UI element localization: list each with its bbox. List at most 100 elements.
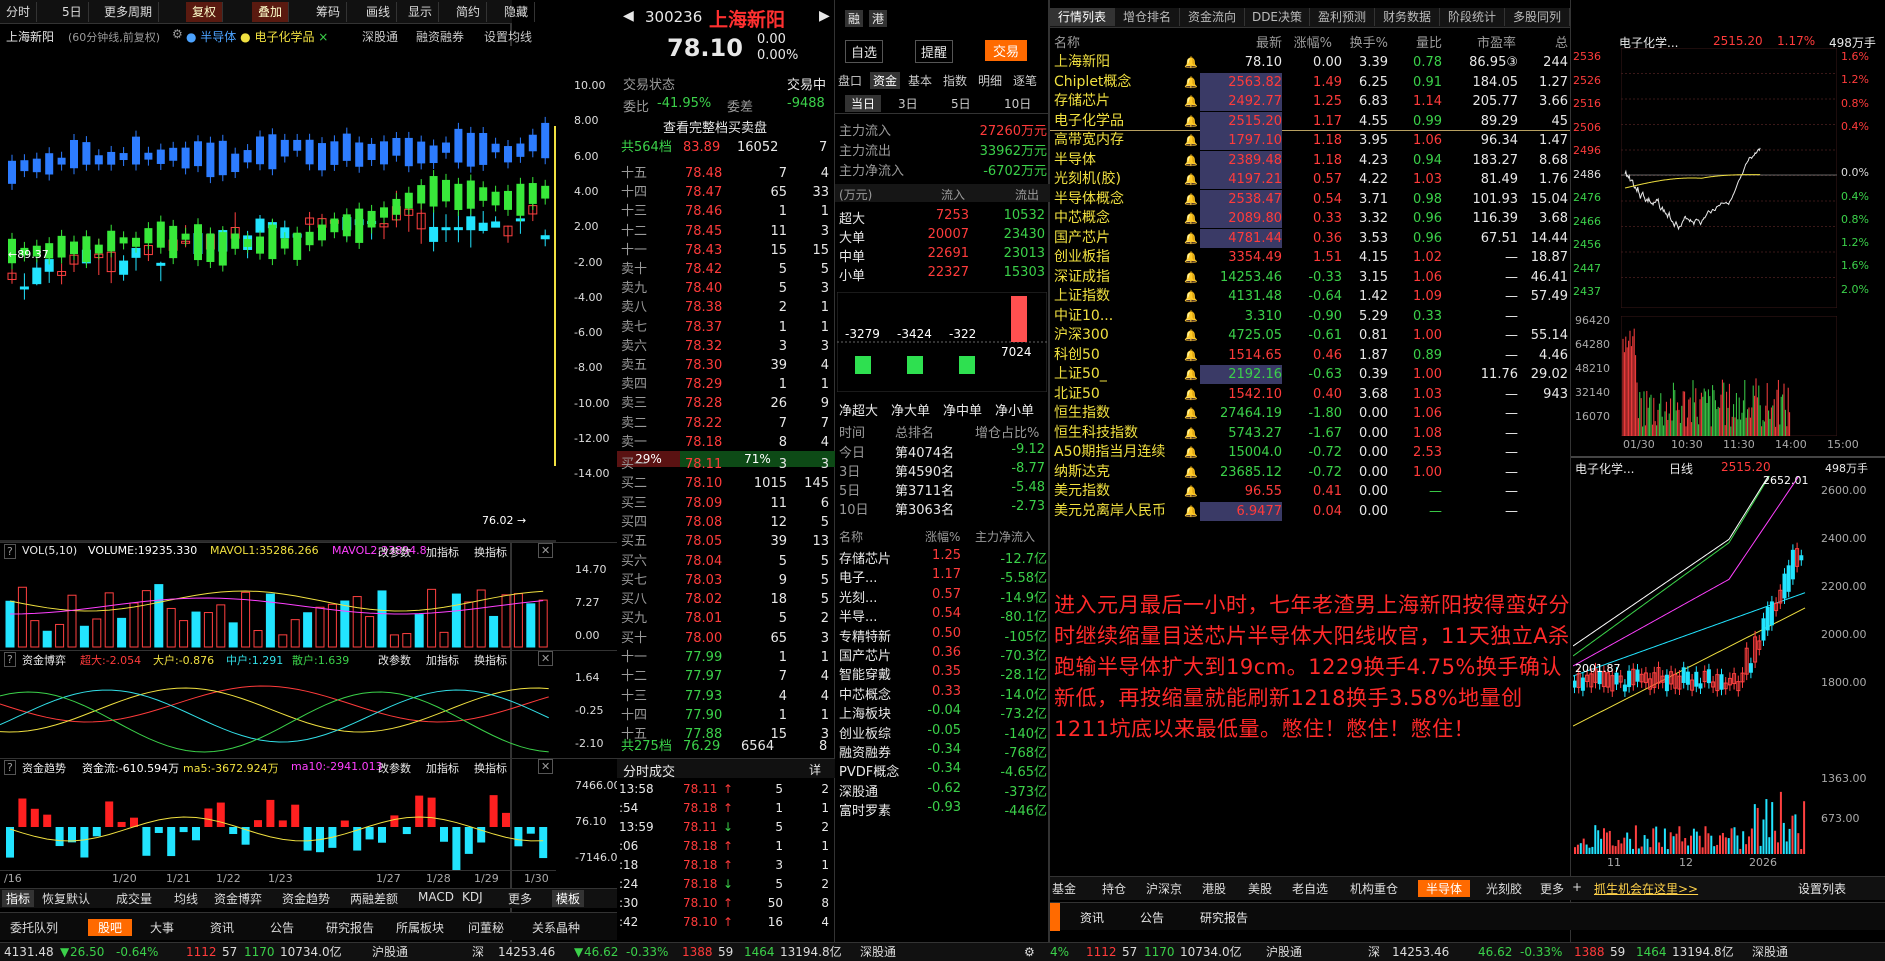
watchlist-row[interactable]: 沪深300 🔔 4725.05 -0.61 0.81 1.00 — 55.14 <box>1050 326 1570 345</box>
flow-tab-1[interactable]: 资金 <box>870 72 901 89</box>
bell-icon[interactable]: 🔔 <box>1184 209 1198 228</box>
news-tab-5[interactable]: 研究报告 <box>326 919 374 936</box>
bell-icon[interactable]: 🔔 <box>1184 424 1198 443</box>
bell-icon[interactable]: 🔔 <box>1184 326 1198 345</box>
toolbar-3[interactable]: 复权 <box>186 2 224 22</box>
action-0[interactable]: 改参数 <box>378 652 411 668</box>
watchlist-row[interactable]: 纳斯达克 🔔 23685.12 -0.72 0.00 1.00 — <box>1050 463 1570 482</box>
sell-level[interactable]: 卖七 78.37 1 1 <box>617 318 835 337</box>
bell-icon[interactable]: 🔔 <box>1184 365 1198 384</box>
settings-icon[interactable]: ⚙ <box>172 27 183 41</box>
action-2[interactable]: 换指标 <box>474 760 507 776</box>
buy-level[interactable]: 十四 77.90 1 1 <box>617 706 835 725</box>
full-book-button[interactable]: 查看完整档买卖盘 <box>663 117 767 136</box>
news-tab-6[interactable]: 所属板块 <box>396 919 444 936</box>
list-tab-3[interactable]: DDE决策 <box>1245 8 1310 26</box>
news-tab-3[interactable]: 资讯 <box>210 919 234 936</box>
action-1[interactable]: 加指标 <box>426 760 459 776</box>
sell-level[interactable]: 卖三 78.28 26 9 <box>617 394 835 413</box>
watchlist-row[interactable]: 科创50 🔔 1514.65 0.46 1.87 0.89 — 4.46 <box>1050 346 1570 365</box>
help-icon[interactable]: ? <box>4 652 16 667</box>
bell-icon[interactable]: 🔔 <box>1184 131 1198 150</box>
buy-level[interactable]: 买十 78.00 65 3 <box>617 629 835 648</box>
sector-name[interactable]: 中芯概念 <box>839 684 891 703</box>
bell-icon[interactable]: 🔔 <box>1184 248 1198 267</box>
sector-name[interactable]: 智能穿戴 <box>839 664 891 683</box>
col-header-0[interactable]: 名称 <box>1054 32 1080 51</box>
trade-button[interactable]: 交易 <box>985 40 1028 61</box>
bell-icon[interactable]: 🔔 <box>1184 92 1198 111</box>
indicator-tab-5[interactable]: 资金趋势 <box>282 890 330 907</box>
promo-link[interactable]: 抓生机会在这里>> <box>1594 880 1698 897</box>
list-tab-1[interactable]: 增仓排名 <box>1115 8 1180 26</box>
link-ma[interactable]: 设置均线 <box>484 28 544 45</box>
buy-level[interactable]: 买二 78.10 1015 145 <box>617 474 835 493</box>
list-tab-6[interactable]: 阶段统计 <box>1440 8 1505 26</box>
news-tab-1[interactable]: 股吧 <box>88 919 133 936</box>
sector-name[interactable]: 半导... <box>839 606 877 625</box>
list-bottom-tab-8[interactable]: 光刻胶 <box>1486 880 1522 897</box>
flow-period-0[interactable]: 当日 <box>845 95 882 112</box>
action-1[interactable]: 加指标 <box>426 544 459 560</box>
watchlist-row[interactable]: 美元兑离岸人民币 🔔 6.9477 0.04 0.00 — — <box>1050 501 1570 521</box>
flow-tab-0[interactable]: 盘口 <box>835 72 865 89</box>
list-bottom-tab-0[interactable]: 基金 <box>1052 880 1076 897</box>
sell-level[interactable]: 十五 78.48 7 4 <box>617 164 835 183</box>
buy-level[interactable]: 十二 77.97 7 4 <box>617 667 835 686</box>
bell-icon[interactable]: 🔔 <box>1184 151 1198 170</box>
news-tab-2[interactable]: 大事 <box>150 919 174 936</box>
watchlist-row[interactable]: 深证成指 🔔 14253.46 -0.33 3.15 1.06 — 46.41 <box>1050 268 1570 287</box>
bell-icon[interactable]: 🔔 <box>1184 112 1198 131</box>
watchlist-row[interactable]: 半导体 🔔 2389.48 1.18 4.23 0.94 183.27 8.68 <box>1050 150 1570 170</box>
sell-level[interactable]: 卖九 78.40 5 3 <box>617 279 835 298</box>
list-bottom-tab-2[interactable]: 沪深京 <box>1146 880 1182 897</box>
bell-icon[interactable]: 🔔 <box>1184 229 1198 248</box>
indicator-tab-6[interactable]: 两融差额 <box>350 890 398 907</box>
list-bottom-tab-6[interactable]: 机构重仓 <box>1350 880 1398 897</box>
watchlist-row[interactable]: 上海新阳 🔔 78.10 0.00 3.39 0.78 86.95③ 244 <box>1050 53 1570 72</box>
next-arrow-icon[interactable]: ▶ <box>819 8 830 24</box>
list-bottom-tab-5[interactable]: 老自选 <box>1292 880 1328 897</box>
buy-level[interactable]: 买六 78.04 5 5 <box>617 552 835 571</box>
indicator-tab-0[interactable]: 指标 <box>2 890 35 907</box>
flow-tab-4[interactable]: 明细 <box>975 72 1005 89</box>
list-bottom-tab-7[interactable]: 半导体 <box>1418 880 1471 897</box>
bell-icon[interactable]: 🔔 <box>1184 502 1198 521</box>
sell-level[interactable]: 卖十 78.42 5 5 <box>617 260 835 279</box>
list-tab-2[interactable]: 资金流向 <box>1180 8 1245 26</box>
settings-gear-icon[interactable]: ⚙ <box>1024 943 1035 961</box>
watchlist-row[interactable]: 美元指数 🔔 96.55 0.41 0.00 — — <box>1050 482 1570 501</box>
buy-level[interactable]: 买五 78.05 39 13 <box>617 532 835 551</box>
watchlist-row[interactable]: 中证10... 🔔 3.310 -0.90 5.29 0.33 — <box>1050 307 1570 326</box>
flow-tab-5[interactable]: 逐笔 <box>1010 72 1040 89</box>
toolbar-4[interactable]: 叠加 <box>252 2 290 22</box>
sell-level[interactable]: 卖五 78.30 39 4 <box>617 356 835 375</box>
close-icon[interactable]: ✕ <box>538 759 554 774</box>
bell-icon[interactable]: 🔔 <box>1184 482 1198 501</box>
news-tab-7[interactable]: 问董秘 <box>468 919 504 936</box>
sector-name[interactable]: 存储芯片 <box>839 548 891 567</box>
buy-level[interactable]: 买一 78.11 3 3 <box>617 455 835 474</box>
sector-name[interactable]: 融资融券 <box>839 742 891 761</box>
close-icon[interactable]: ✕ <box>538 543 554 558</box>
list-bottom-tab-9[interactable]: 更多 <box>1540 880 1564 897</box>
indicator-tab-9[interactable]: 更多 <box>508 890 532 907</box>
buy-level[interactable]: 买九 78.01 5 2 <box>617 609 835 628</box>
list-tab-0[interactable]: 行情列表 <box>1050 8 1115 26</box>
sell-level[interactable]: 十一 78.43 15 15 <box>617 241 835 260</box>
action-2[interactable]: 换指标 <box>474 652 507 668</box>
news-tab-4[interactable]: 公告 <box>270 919 294 936</box>
bell-icon[interactable]: 🔔 <box>1184 287 1198 306</box>
list-tab-7[interactable]: 多股同列 <box>1505 8 1570 26</box>
sector-name[interactable]: 深股通 <box>839 781 878 800</box>
help-icon[interactable]: ? <box>4 544 16 559</box>
action-0[interactable]: 改参数 <box>378 760 411 776</box>
col-header-1[interactable]: 最新 <box>1226 32 1282 51</box>
watchlist-row[interactable]: 光刻机(胶) 🔔 4197.21 0.57 4.22 1.03 81.49 1.76 <box>1050 170 1570 189</box>
bell-icon[interactable]: 🔔 <box>1184 73 1198 92</box>
list-tab-5[interactable]: 财务数据 <box>1375 8 1440 26</box>
watchlist-row[interactable]: 电子化学品 🔔 2515.20 1.17 4.55 0.99 89.29 45 <box>1050 111 1570 131</box>
sell-level[interactable]: 卖八 78.38 2 1 <box>617 298 835 317</box>
indicator-tab-8[interactable]: KDJ <box>462 890 483 904</box>
sector-name[interactable]: 光刻... <box>839 587 877 606</box>
